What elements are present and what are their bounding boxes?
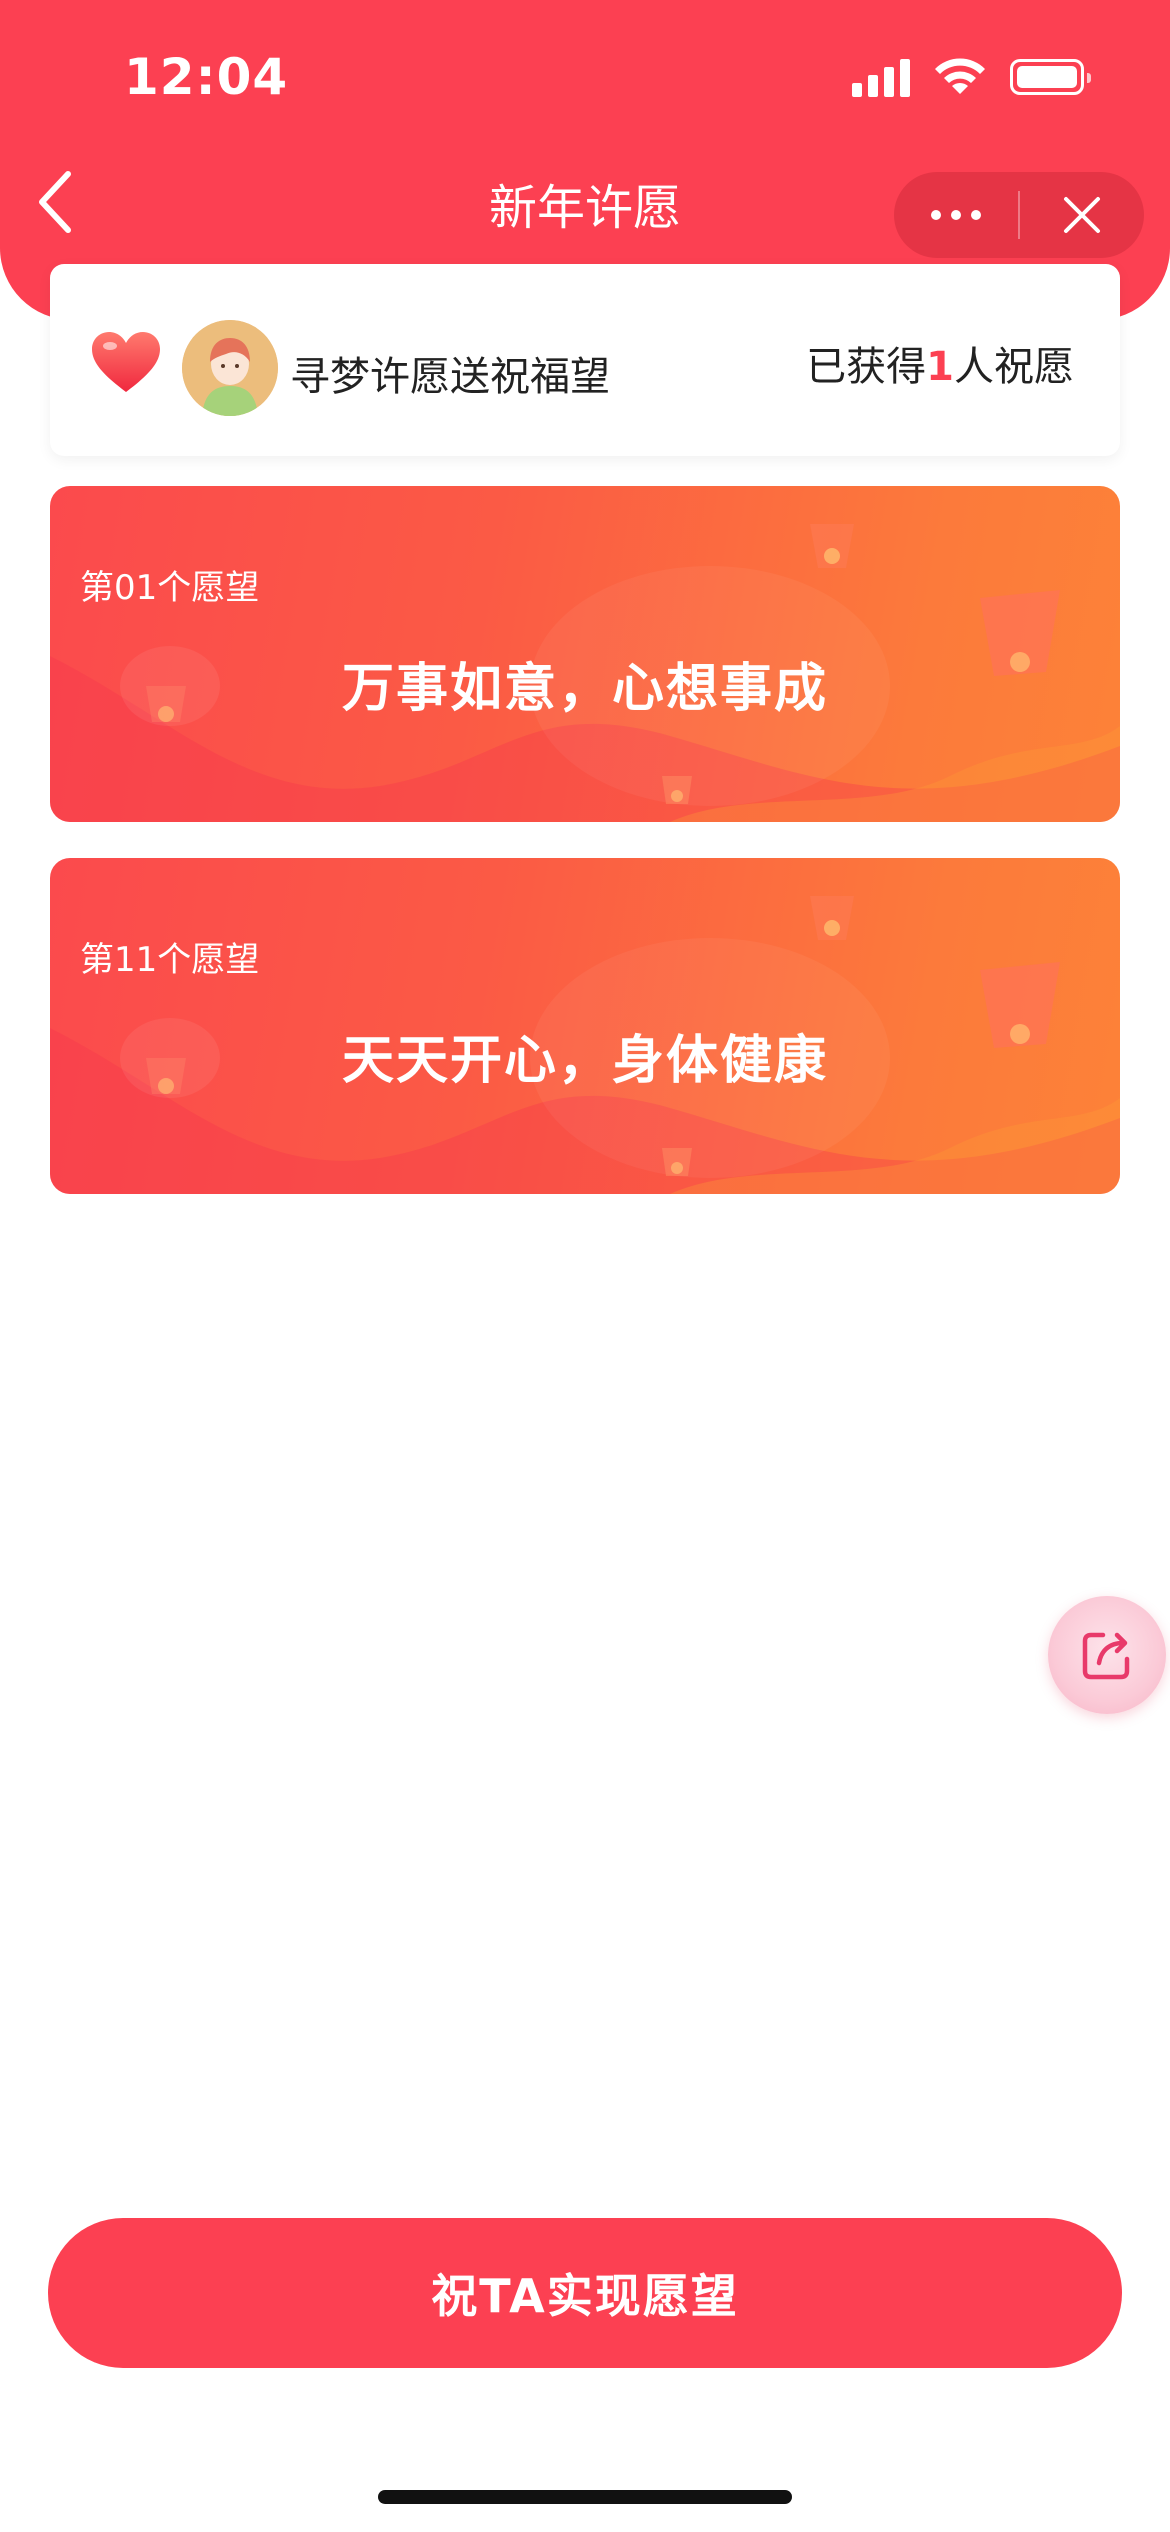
- more-dots-icon: [931, 210, 941, 220]
- wish-number-label: 第11个愿望: [80, 940, 260, 980]
- wish-card: 第01个愿望 万事如意，心想事成: [50, 486, 1120, 822]
- blessing-count-prefix: 已获得: [806, 344, 927, 390]
- status-time: 12:04: [124, 48, 289, 106]
- close-icon: [1064, 197, 1100, 233]
- status-icons: [852, 56, 1091, 98]
- wisher-name: 寻梦许愿送祝福望: [290, 354, 610, 400]
- signal-icon: [852, 57, 910, 97]
- share-icon: [1082, 1632, 1130, 1680]
- wish-number-label: 第01个愿望: [80, 568, 260, 608]
- bless-wish-button[interactable]: 祝TA实现愿望: [48, 2218, 1122, 2368]
- blessing-count-suffix: 人祝愿: [954, 344, 1074, 390]
- wisher-info-card: 寻梦许愿送祝福望 已获得1人祝愿: [50, 264, 1120, 456]
- wish-text: 万事如意，心想事成: [341, 659, 828, 719]
- mini-program-capsule: [894, 172, 1144, 258]
- avatar[interactable]: [182, 320, 278, 416]
- home-indicator: [378, 2490, 792, 2504]
- battery-icon: [1010, 59, 1091, 95]
- share-button[interactable]: [1048, 1596, 1166, 1714]
- wifi-icon: [935, 58, 985, 94]
- wish-card: 第11个愿望 天天开心，身体健康: [50, 858, 1120, 1194]
- heart-icon: [92, 332, 160, 392]
- blessing-count-number: 1: [926, 344, 954, 390]
- close-button[interactable]: [1020, 172, 1144, 258]
- avatar-illustration: [182, 320, 278, 416]
- wish-text: 天天开心，身体健康: [341, 1031, 828, 1091]
- more-button[interactable]: [894, 172, 1018, 258]
- page: 12:04 新年许愿 寻梦许愿送祝福望 已获得1人祝愿 第01个愿望 万事如意，…: [0, 0, 1170, 2532]
- blessing-count: 已获得1人祝愿: [806, 334, 1074, 392]
